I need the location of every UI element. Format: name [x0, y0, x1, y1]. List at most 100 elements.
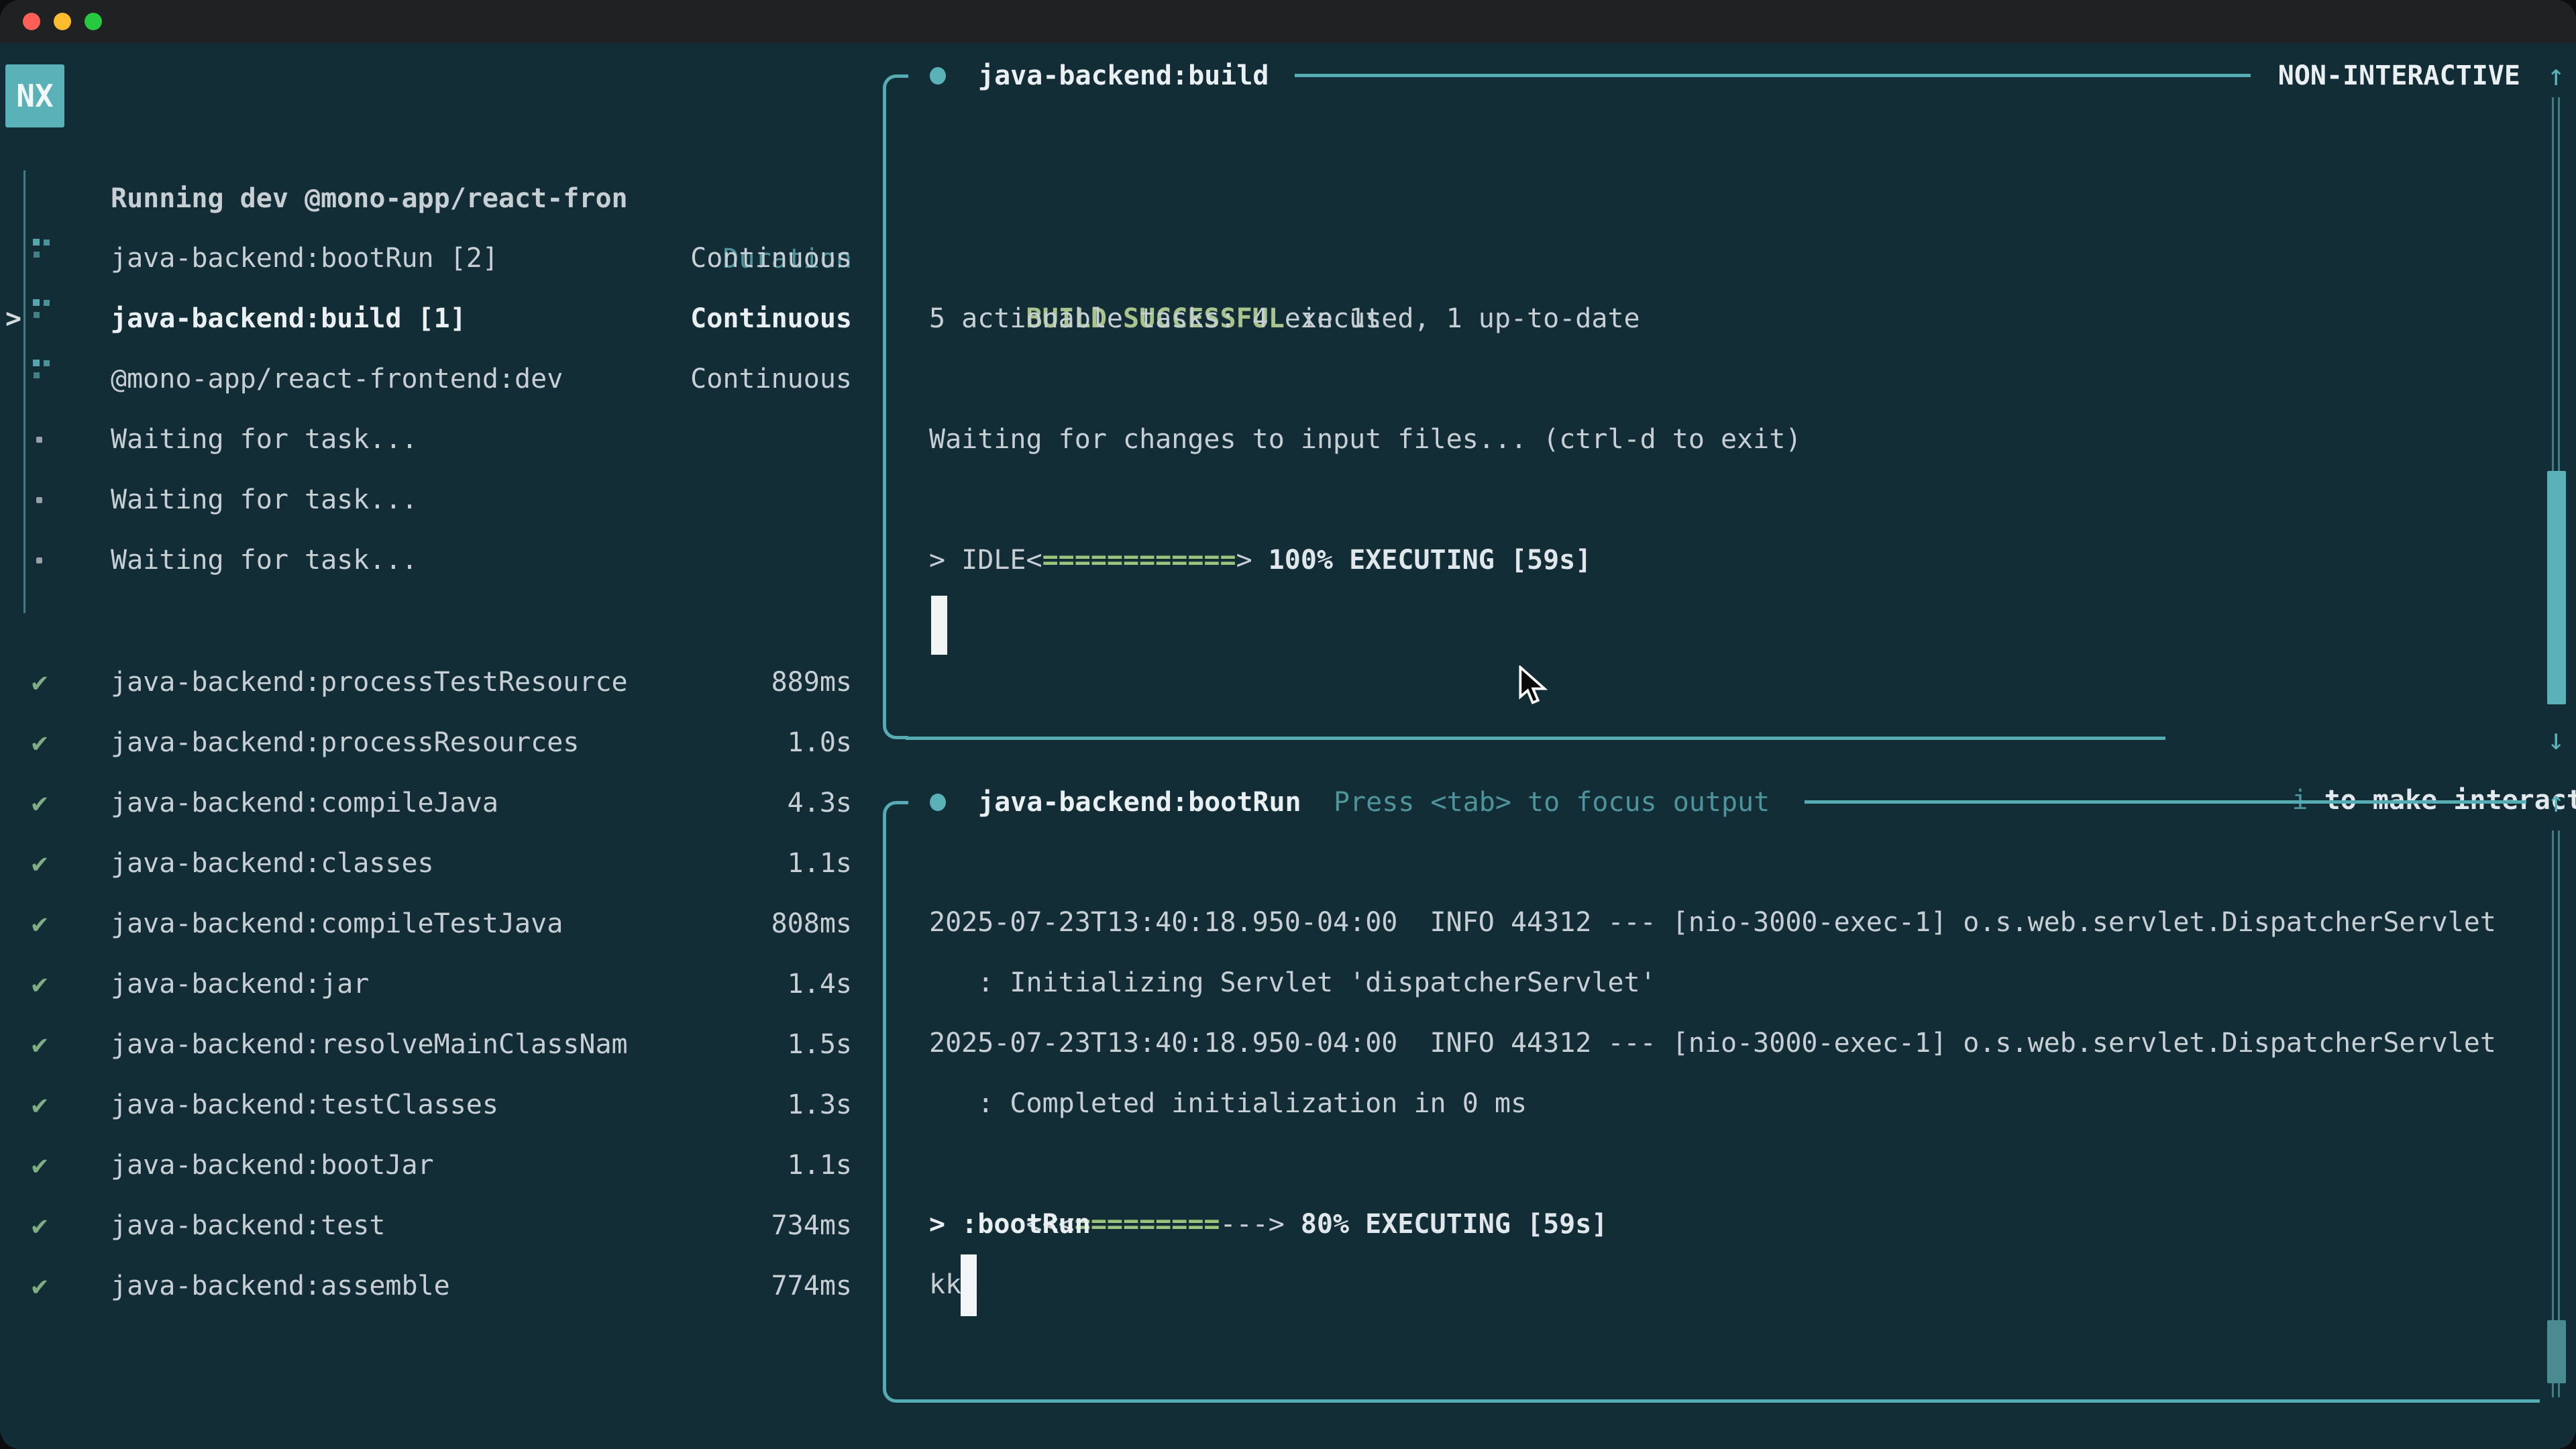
task-row-completed[interactable]: ✔java-backend:test734ms — [0, 1195, 859, 1256]
bootrun-panel-header-rule — [1805, 800, 2526, 804]
close-button[interactable] — [23, 13, 40, 30]
bootrun-panel-border-bottom — [906, 1399, 2540, 1403]
task-row-completed[interactable]: ✔java-backend:compileTestJava808ms — [0, 894, 859, 954]
pending-dot-icon — [36, 557, 42, 564]
task-row-completed[interactable]: ✔java-backend:classes1.1s — [0, 833, 859, 894]
task-row-completed[interactable]: ✔java-backend:compileJava4.3s — [0, 773, 859, 833]
progress-close-bracket: > — [1269, 1209, 1285, 1240]
titlebar — [0, 0, 2576, 43]
interactive-hint: i to make interactive — [2195, 710, 2576, 770]
log-line: 2025-07-23T13:40:18.950-04:00 INFO 44312… — [929, 1013, 2496, 1073]
task-row-running[interactable]: @mono-app/react-frontend:devContinuous — [0, 349, 859, 409]
non-interactive-badge: NON-INTERACTIVE — [2278, 46, 2520, 106]
check-icon: ✔ — [32, 833, 48, 894]
mouse-cursor-icon — [1517, 665, 1548, 708]
task-row-completed[interactable]: ✔ java-backend:jar 1.4s — [0, 954, 859, 1014]
task-name: java-backend:resolveMainClassNam — [111, 1014, 628, 1075]
task-name: java-backend:assemble — [111, 1256, 450, 1316]
pagination: ←1/2→ — [32, 1436, 264, 1449]
scroll-down-arrow-icon[interactable]: ↓ — [2547, 710, 2565, 770]
waiting-changes-line: Waiting for changes to input files... (c… — [929, 409, 1801, 470]
maximize-button[interactable] — [85, 13, 102, 30]
build-panel-border-left — [883, 101, 886, 711]
progress-fill: ========= — [1075, 1209, 1220, 1240]
check-icon: ✔ — [32, 773, 48, 833]
check-icon: ✔ — [32, 1256, 48, 1316]
spinner-icon — [33, 360, 52, 380]
task-duration: 1.4s — [788, 954, 852, 1014]
progress-fill: ============ — [1042, 545, 1236, 576]
task-row-completed[interactable]: ✔java-backend:testClasses1.3s — [0, 1075, 859, 1135]
build-panel-scrollbar-thumb[interactable] — [2547, 471, 2566, 704]
panel-status-dot-icon — [930, 67, 946, 85]
build-panel-border-corner-bottom — [883, 708, 908, 739]
task-row-completed[interactable]: ✔ java-backend:processTestResource 889ms — [0, 652, 859, 712]
task-row-running[interactable]: java-backend:bootRun [2]Continuous — [0, 228, 859, 288]
waiting-task-label: Waiting for task... — [111, 530, 418, 590]
focus-output-hint: Press <tab> to focus output — [1334, 772, 1770, 833]
bootrun-progress-bar: <<<=========--->80% EXECUTING [59s] — [929, 1134, 1607, 1194]
waiting-task-label: Waiting for task... — [111, 470, 418, 530]
task-name: java-backend:bootJar — [111, 1135, 434, 1195]
task-duration: 808ms — [771, 894, 852, 954]
progress-label: 100% EXECUTING [59s] — [1269, 545, 1592, 576]
task-name: java-backend:processTestResource — [111, 652, 628, 712]
bootrun-panel-scrollbar-track[interactable] — [2552, 830, 2560, 1397]
task-duration: 889ms — [771, 652, 852, 712]
build-success-line: BUILD SUCCESSFUL in 1s — [929, 228, 1381, 288]
task-row-running[interactable]: >java-backend:build [1]Continuous — [0, 288, 859, 349]
waiting-task-label: Waiting for task... — [111, 409, 418, 470]
check-icon: ✔ — [32, 954, 48, 1014]
task-row-completed[interactable]: ✔ java-backend:assemble 774ms — [0, 1256, 859, 1316]
bootrun-prompt-line: > :bootRun — [929, 1194, 1091, 1254]
task-row-waiting: Waiting for task... — [0, 530, 859, 590]
task-duration: 1.1s — [788, 1135, 852, 1195]
task-name: java-backend:test — [111, 1195, 385, 1256]
scroll-up-arrow-icon[interactable]: ↑ — [2547, 772, 2565, 833]
task-row-completed[interactable]: ✔ java-backend:bootJar 1.1s — [0, 1135, 859, 1195]
task-name: java-backend:jar — [111, 954, 369, 1014]
build-progress-bar: <============>100% EXECUTING [59s] — [929, 470, 1591, 530]
check-icon: ✔ — [32, 712, 48, 773]
tasks-summary-line: 5 actionable tasks: 4 executed, 1 up-to-… — [929, 288, 1640, 349]
build-panel-border-bottom — [906, 737, 2165, 740]
pending-dot-icon — [36, 437, 42, 443]
bootrun-panel-border-left — [883, 826, 886, 1375]
task-duration: 1.5s — [788, 1014, 852, 1075]
spinner-icon — [33, 299, 52, 319]
check-icon: ✔ — [32, 1195, 48, 1256]
progress-close-bracket: > — [1236, 545, 1252, 576]
task-row-waiting: Waiting for task... — [0, 409, 859, 470]
task-name: java-backend:testClasses — [111, 1075, 498, 1135]
terminal-cursor — [961, 1254, 977, 1316]
sidebar-title: Running dev @mono-app/react-fron — [111, 168, 628, 229]
task-status: Continuous — [690, 228, 852, 288]
task-duration: 4.3s — [788, 773, 852, 833]
spinner-icon — [33, 239, 52, 259]
log-line: 2025-07-23T13:40:18.950-04:00 INFO 44312… — [929, 892, 2496, 953]
bootrun-panel-scrollbar-thumb[interactable] — [2547, 1320, 2566, 1383]
minimize-button[interactable] — [54, 13, 71, 30]
task-row-completed[interactable]: ✔java-backend:processResources1.0s — [0, 712, 859, 773]
typed-input-text[interactable]: kk — [929, 1254, 961, 1315]
terminal-cursor — [931, 596, 947, 655]
panel-status-dot-icon — [930, 794, 946, 811]
task-duration: 774ms — [771, 1256, 852, 1316]
selected-task-marker-icon: > — [5, 288, 21, 349]
task-duration: 1.0s — [788, 712, 852, 773]
check-icon: ✔ — [32, 894, 48, 954]
log-line: : Completed initialization in 0 ms — [929, 1073, 1527, 1134]
check-icon: ✔ — [32, 1014, 48, 1075]
pending-dot-icon — [36, 497, 42, 503]
build-panel-title: java-backend:build — [978, 46, 1269, 106]
check-icon: ✔ — [32, 1135, 48, 1195]
check-icon: ✔ — [32, 652, 48, 712]
task-row-completed[interactable]: ✔ java-backend:resolveMainClassNam 1.5s — [0, 1014, 859, 1075]
log-line: : Initializing Servlet 'dispatcherServle… — [929, 953, 1656, 1013]
sidebar-header: Running dev @mono-app/react-fron Duratio… — [0, 108, 859, 168]
progress-open-bracket: < — [1026, 545, 1042, 576]
task-status: Continuous — [690, 288, 852, 349]
task-row-waiting: Waiting for task... — [0, 470, 859, 530]
progress-label: 80% EXECUTING [59s] — [1301, 1209, 1608, 1240]
task-name: java-backend:classes — [111, 833, 434, 894]
